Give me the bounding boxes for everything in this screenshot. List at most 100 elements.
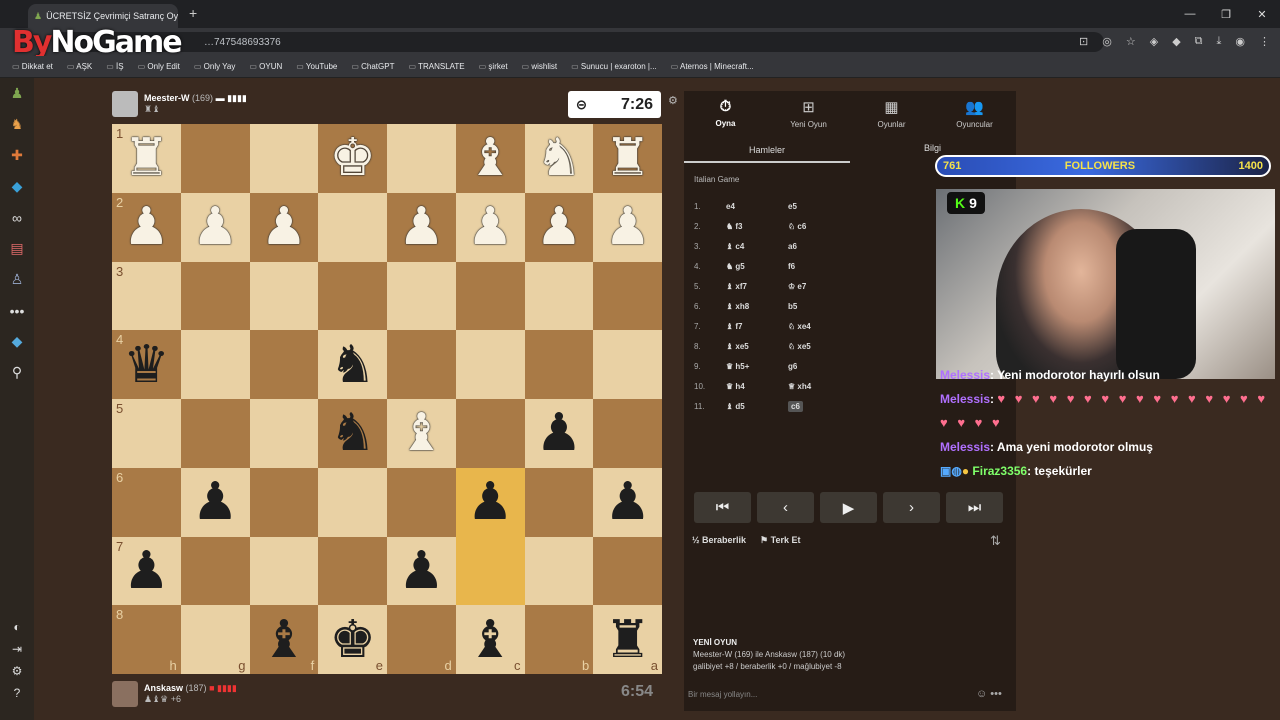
board-square[interactable]	[249, 330, 319, 399]
profile-icon[interactable]: ◉	[1235, 35, 1245, 48]
tab-info[interactable]: Bilgi	[924, 143, 941, 153]
chess-board[interactable]: 1 ♜ ♚ ♝ ♞ ♜ 2 ♟ ♟ ♟ ♟ ♟ ♟ ♟ 3 4 ♛ ♞ 5 ♞ ♝ ♟ 6 ♟ ♟ ♟ 7 ♟ ♟ 8 h g f ♝ e ♚ d c ♝ b…	[112, 124, 662, 674]
flip-board-icon[interactable]: ⇅	[990, 533, 1001, 549]
black-move[interactable]: ♕ xh4	[788, 382, 811, 391]
board-square[interactable]	[455, 330, 525, 399]
tab-players[interactable]: 👥 Oyuncular	[935, 91, 1015, 135]
play-icon[interactable]: ♞	[0, 109, 34, 140]
board-square[interactable]	[593, 536, 662, 606]
white-knight-icon[interactable]: ♞	[536, 132, 583, 184]
bookmark[interactable]: ChatGPT	[351, 62, 394, 71]
board-square[interactable]: ♟	[180, 467, 250, 537]
menu-icon[interactable]: ⋮	[1259, 35, 1270, 48]
board-square[interactable]: g	[180, 605, 250, 674]
board-square[interactable]	[524, 261, 594, 331]
board-square[interactable]	[180, 330, 250, 399]
white-rook-icon[interactable]: ♜	[604, 132, 651, 184]
black-bishop-icon[interactable]: ♝	[261, 614, 308, 666]
black-move[interactable]: ♘ c6	[788, 222, 806, 231]
board-square[interactable]: ♟	[524, 192, 594, 262]
black-knight-icon[interactable]: ♞	[329, 407, 376, 459]
new-tab-icon[interactable]: +	[189, 5, 197, 21]
top-player-name[interactable]: Meester-W	[144, 93, 190, 103]
bookmark[interactable]: Aternos | Minecraft...	[671, 62, 754, 71]
black-move[interactable]: b5	[788, 302, 797, 311]
board-square[interactable]	[524, 330, 594, 399]
white-move[interactable]: ♝ c4	[726, 242, 788, 251]
tab-games[interactable]: ▦ Oyunlar	[852, 91, 932, 135]
close-window-icon[interactable]: ✕	[1244, 0, 1280, 28]
board-square[interactable]: 2 ♟	[112, 192, 181, 262]
board-square[interactable]	[180, 399, 250, 468]
premium-icon[interactable]: ◆	[0, 326, 34, 357]
board-square[interactable]: ♞	[524, 124, 594, 193]
board-square[interactable]	[249, 124, 319, 193]
news-icon[interactable]: ▤	[0, 233, 34, 264]
board-square[interactable]	[387, 467, 456, 537]
bookmark[interactable]: TRANSLATE	[408, 62, 465, 71]
board-square[interactable]: a ♜	[593, 605, 662, 674]
board-square[interactable]	[249, 399, 319, 468]
last-move-button[interactable]: ⏭	[946, 492, 1003, 523]
board-square[interactable]: ♝	[387, 399, 456, 468]
black-knight-icon[interactable]: ♞	[329, 339, 376, 391]
bookmark[interactable]: Sunucu | exaroton |...	[571, 62, 657, 71]
white-pawn-icon[interactable]: ♟	[192, 201, 239, 253]
white-move[interactable]: ♛ h4	[726, 382, 788, 391]
tab-moves[interactable]: Hamleler	[684, 141, 850, 163]
extension-a-icon[interactable]: ◈	[1150, 35, 1158, 48]
install-icon[interactable]: ⊡	[1079, 35, 1088, 48]
black-move[interactable]: ♘ xe5	[788, 342, 811, 351]
black-move[interactable]: g6	[788, 362, 797, 371]
white-bishop-icon[interactable]: ♝	[467, 132, 514, 184]
more-options-icon[interactable]: •••	[990, 688, 1002, 700]
white-move[interactable]: ♞ g5	[726, 262, 788, 271]
white-rook-icon[interactable]: ♜	[123, 132, 170, 184]
board-square[interactable]	[387, 330, 456, 399]
board-square[interactable]	[249, 467, 319, 537]
emoji-icon[interactable]: ☺	[976, 688, 987, 700]
board-square[interactable]: ♟	[180, 192, 250, 262]
board-square[interactable]: 1 ♜	[112, 124, 181, 193]
black-move[interactable]: ♔ e7	[788, 282, 806, 291]
board-square[interactable]	[455, 261, 525, 331]
bookmark[interactable]: Dikkat et	[12, 62, 53, 71]
white-move[interactable]: ♞ f3	[726, 222, 788, 231]
white-pawn-icon[interactable]: ♟	[604, 201, 651, 253]
chat-input[interactable]: Bir mesaj yollayın...	[688, 690, 757, 699]
board-square[interactable]: ♜	[593, 124, 662, 193]
first-move-button[interactable]: ⏮	[694, 492, 751, 523]
board-square[interactable]	[524, 536, 594, 606]
board-square[interactable]: ♟	[455, 467, 525, 537]
avatar[interactable]	[112, 91, 138, 117]
white-move[interactable]: ♝ f7	[726, 322, 788, 331]
draw-button[interactable]: ½ Beraberlik	[692, 535, 746, 546]
bookmark[interactable]: AŞK	[67, 62, 92, 71]
resign-button[interactable]: ⚑ Terk Et	[760, 535, 800, 546]
help-icon[interactable]: ?	[0, 682, 34, 704]
bookmark[interactable]: OYUN	[249, 62, 282, 71]
avatar[interactable]	[112, 681, 138, 707]
board-square[interactable]: e ♚	[318, 605, 387, 674]
board-square[interactable]	[318, 261, 387, 331]
bookmark[interactable]: İŞ	[106, 62, 124, 71]
black-king-icon[interactable]: ♚	[329, 614, 376, 666]
search-icon[interactable]: ⚲	[0, 357, 34, 388]
white-bishop-icon[interactable]: ♝	[398, 407, 445, 459]
black-queen-icon[interactable]: ♛	[123, 339, 170, 391]
board-square[interactable]: 8h	[112, 605, 181, 674]
extension-b-icon[interactable]: ◆	[1172, 35, 1180, 48]
board-square[interactable]: ♟	[593, 192, 662, 262]
board-square[interactable]: ♟	[524, 399, 594, 468]
black-pawn-icon[interactable]: ♟	[398, 545, 445, 597]
social-icon[interactable]: ♙	[0, 264, 34, 295]
board-square[interactable]	[249, 536, 319, 606]
board-square[interactable]: ♟	[387, 536, 456, 606]
tab-play[interactable]: ⏱ Oyna	[686, 91, 766, 135]
white-move[interactable]: ♝ xe5	[726, 342, 788, 351]
black-bishop-icon[interactable]: ♝	[467, 614, 514, 666]
next-move-button[interactable]: ›	[883, 492, 940, 523]
board-square[interactable]: f ♝	[249, 605, 319, 674]
learn-icon[interactable]: ◆	[0, 171, 34, 202]
black-move[interactable]: e5	[788, 202, 797, 211]
